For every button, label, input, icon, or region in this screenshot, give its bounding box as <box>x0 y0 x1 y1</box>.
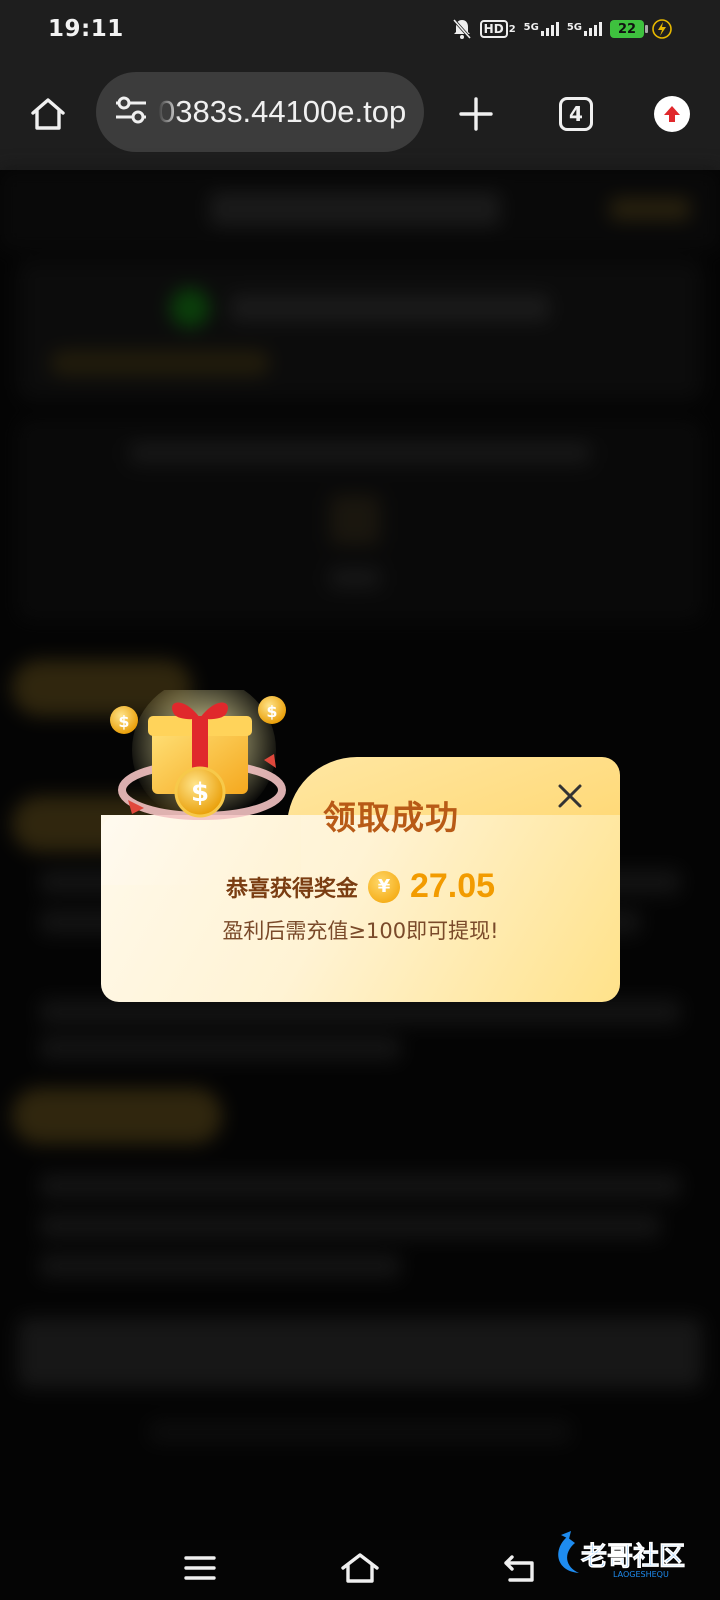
reward-line: 恭喜获得奖金 ¥ 27.05 <box>101 867 620 906</box>
menu-icon <box>184 1556 216 1580</box>
screen: 19:11 HD 2 5G 5G 22 0383s.44100e.top 4 领… <box>0 0 720 1600</box>
svg-text:LAOGESHEQU: LAOGESHEQU <box>613 1570 669 1579</box>
svg-text:$: $ <box>266 702 277 721</box>
nav-home-icon <box>341 1553 379 1583</box>
yen-coin-icon: ¥ <box>367 870 400 903</box>
plus-icon <box>459 97 493 131</box>
browser-toolbar: 0383s.44100e.top 4 <box>0 58 720 170</box>
withdraw-note: 盈利后需充值≥100即可提现! <box>222 919 499 943</box>
recent-apps-button[interactable] <box>175 1546 225 1590</box>
close-icon <box>558 784 582 808</box>
svg-text:$: $ <box>191 778 209 808</box>
back-icon <box>504 1555 534 1582</box>
gift-box-icon: $ $ $ <box>104 678 304 840</box>
svg-text:老哥社区: 老哥社区 <box>581 1541 685 1572</box>
status-time: 19:11 <box>48 16 124 42</box>
nav-home-button[interactable] <box>335 1546 385 1590</box>
hd-indicator: HD 2 <box>479 20 516 38</box>
svg-text:$: $ <box>118 712 129 731</box>
menu-update-button[interactable] <box>642 84 702 144</box>
tab-count: 4 <box>559 97 593 131</box>
close-button[interactable] <box>553 779 587 813</box>
address-bar[interactable]: 0383s.44100e.top <box>96 72 424 152</box>
reward-amount: 27.05 <box>409 867 496 905</box>
signal-1-icon: 5G <box>524 22 559 36</box>
laoge-watermark-logo: 老哥社区 LAOGESHEQU <box>553 1527 713 1581</box>
url-text: 0383s.44100e.top <box>158 94 407 129</box>
status-icons: HD 2 5G 5G 22 <box>452 18 672 40</box>
status-bar: 19:11 HD 2 5G 5G 22 <box>0 0 720 58</box>
tune-icon[interactable] <box>114 95 148 129</box>
upload-icon <box>654 96 690 132</box>
new-tab-button[interactable] <box>446 84 506 144</box>
home-button[interactable] <box>18 84 78 144</box>
dialog-title: 领取成功 <box>323 798 459 837</box>
mute-bell-icon <box>452 18 472 40</box>
home-icon <box>31 98 65 130</box>
battery-indicator: 22 <box>610 20 648 38</box>
tab-switcher-button[interactable]: 4 <box>546 84 606 144</box>
signal-2-icon: 5G <box>567 22 602 36</box>
charging-icon <box>652 19 672 39</box>
reward-label: 恭喜获得奖金 <box>225 876 358 902</box>
back-button[interactable] <box>495 1546 545 1590</box>
